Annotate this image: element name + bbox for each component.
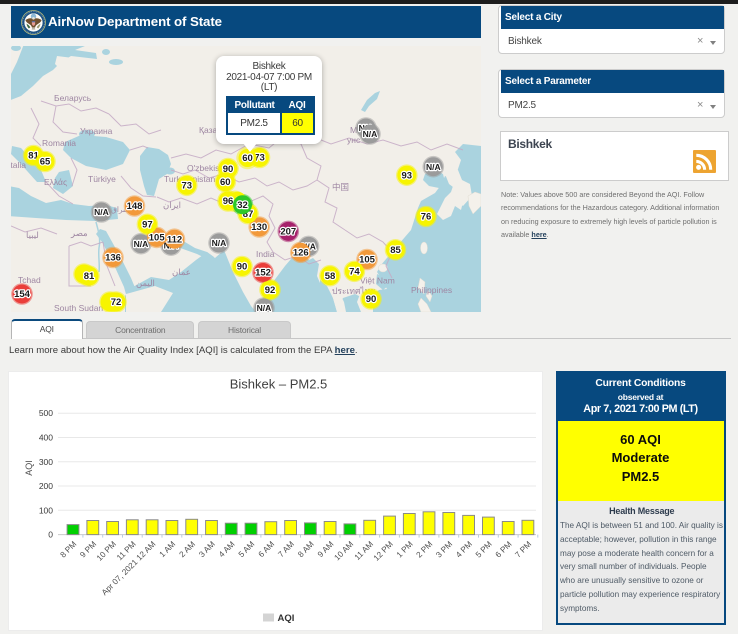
svg-text:8 AM: 8 AM — [296, 540, 316, 560]
svg-text:10 AM: 10 AM — [333, 540, 356, 563]
svg-text:6 AM: 6 AM — [257, 540, 277, 560]
svg-text:93: 93 — [402, 170, 413, 181]
svg-text:AQI: AQI — [24, 460, 34, 476]
svg-text:ليبيا: ليبيا — [26, 230, 39, 240]
svg-text:Украина: Украина — [80, 126, 113, 136]
svg-text:136: 136 — [105, 253, 121, 264]
svg-text:85: 85 — [390, 245, 401, 256]
svg-text:58: 58 — [325, 271, 336, 282]
svg-text:5 AM: 5 AM — [237, 540, 257, 560]
svg-text:60: 60 — [220, 177, 231, 188]
svg-text:76: 76 — [421, 212, 432, 223]
svg-text:مصر: مصر — [70, 228, 88, 239]
svg-text:90: 90 — [237, 262, 248, 273]
svg-text:130: 130 — [251, 222, 267, 233]
svg-text:3 PM: 3 PM — [434, 540, 454, 560]
svg-text:Philippines: Philippines — [411, 285, 452, 295]
svg-text:Ελλάς: Ελλάς — [44, 177, 67, 187]
svg-text:4 AM: 4 AM — [217, 540, 237, 560]
svg-text:中国: 中国 — [332, 182, 349, 192]
svg-text:73: 73 — [182, 181, 193, 192]
svg-text:4 PM: 4 PM — [454, 540, 474, 560]
svg-text:10 PM: 10 PM — [95, 540, 118, 563]
svg-text:72: 72 — [111, 297, 122, 308]
svg-text:اليمن: اليمن — [136, 278, 155, 289]
svg-text:عمان: عمان — [172, 267, 191, 277]
svg-text:Беларусь: Беларусь — [54, 93, 92, 103]
svg-text:105: 105 — [359, 255, 376, 266]
svg-text:унс: унс — [347, 135, 361, 145]
svg-text:Việt Nam: Việt Nam — [360, 276, 395, 286]
svg-text:0: 0 — [48, 530, 53, 540]
svg-text:7 AM: 7 AM — [276, 540, 296, 560]
svg-text:90: 90 — [366, 294, 377, 305]
svg-text:5 PM: 5 PM — [474, 540, 494, 560]
svg-text:AQI: AQI — [278, 613, 295, 624]
svg-text:300: 300 — [39, 457, 53, 467]
svg-text:N/A: N/A — [257, 303, 272, 312]
svg-text:81: 81 — [84, 271, 95, 282]
svg-text:N/A: N/A — [426, 162, 441, 172]
svg-text:152: 152 — [255, 268, 271, 279]
svg-text:65: 65 — [40, 157, 51, 168]
svg-text:3 AM: 3 AM — [197, 540, 217, 560]
svg-text:South Sudan: South Sudan — [54, 303, 103, 312]
svg-text:2 PM: 2 PM — [415, 540, 435, 560]
svg-text:60: 60 — [242, 153, 253, 164]
svg-text:11 AM: 11 AM — [353, 540, 375, 562]
svg-text:India: India — [256, 249, 275, 259]
svg-text:2 AM: 2 AM — [178, 540, 198, 560]
svg-text:N/A: N/A — [134, 239, 149, 249]
svg-text:N/A: N/A — [363, 129, 378, 139]
svg-text:N/A: N/A — [94, 207, 109, 217]
svg-text:400: 400 — [39, 433, 53, 443]
svg-text:74: 74 — [349, 267, 360, 278]
svg-text:92: 92 — [265, 285, 276, 296]
svg-text:200: 200 — [39, 481, 53, 491]
svg-text:ایران: ایران — [163, 200, 181, 211]
svg-text:207: 207 — [280, 227, 296, 238]
svg-text:Italia: Italia — [11, 160, 26, 170]
svg-text:Türkiye: Türkiye — [88, 174, 116, 184]
svg-text:96: 96 — [223, 196, 234, 207]
svg-text:N/A: N/A — [212, 238, 227, 248]
svg-text:500: 500 — [39, 408, 53, 418]
svg-text:7 PM: 7 PM — [513, 540, 533, 560]
svg-text:32: 32 — [237, 200, 248, 211]
svg-text:12 PM: 12 PM — [372, 540, 395, 563]
svg-text:148: 148 — [127, 201, 143, 212]
svg-text:8 PM: 8 PM — [59, 540, 79, 560]
svg-text:97: 97 — [142, 220, 153, 231]
svg-text:Bishkek – PM2.5: Bishkek – PM2.5 — [230, 377, 328, 392]
svg-text:Romania: Romania — [42, 138, 76, 148]
svg-text:1 AM: 1 AM — [158, 540, 178, 560]
svg-text:6 PM: 6 PM — [494, 540, 514, 560]
svg-text:154: 154 — [14, 289, 31, 300]
svg-text:126: 126 — [293, 248, 309, 259]
svg-text:112: 112 — [167, 234, 182, 245]
svg-text:105: 105 — [149, 233, 166, 244]
svg-text:100: 100 — [39, 505, 53, 515]
svg-text:1 PM: 1 PM — [395, 540, 415, 560]
